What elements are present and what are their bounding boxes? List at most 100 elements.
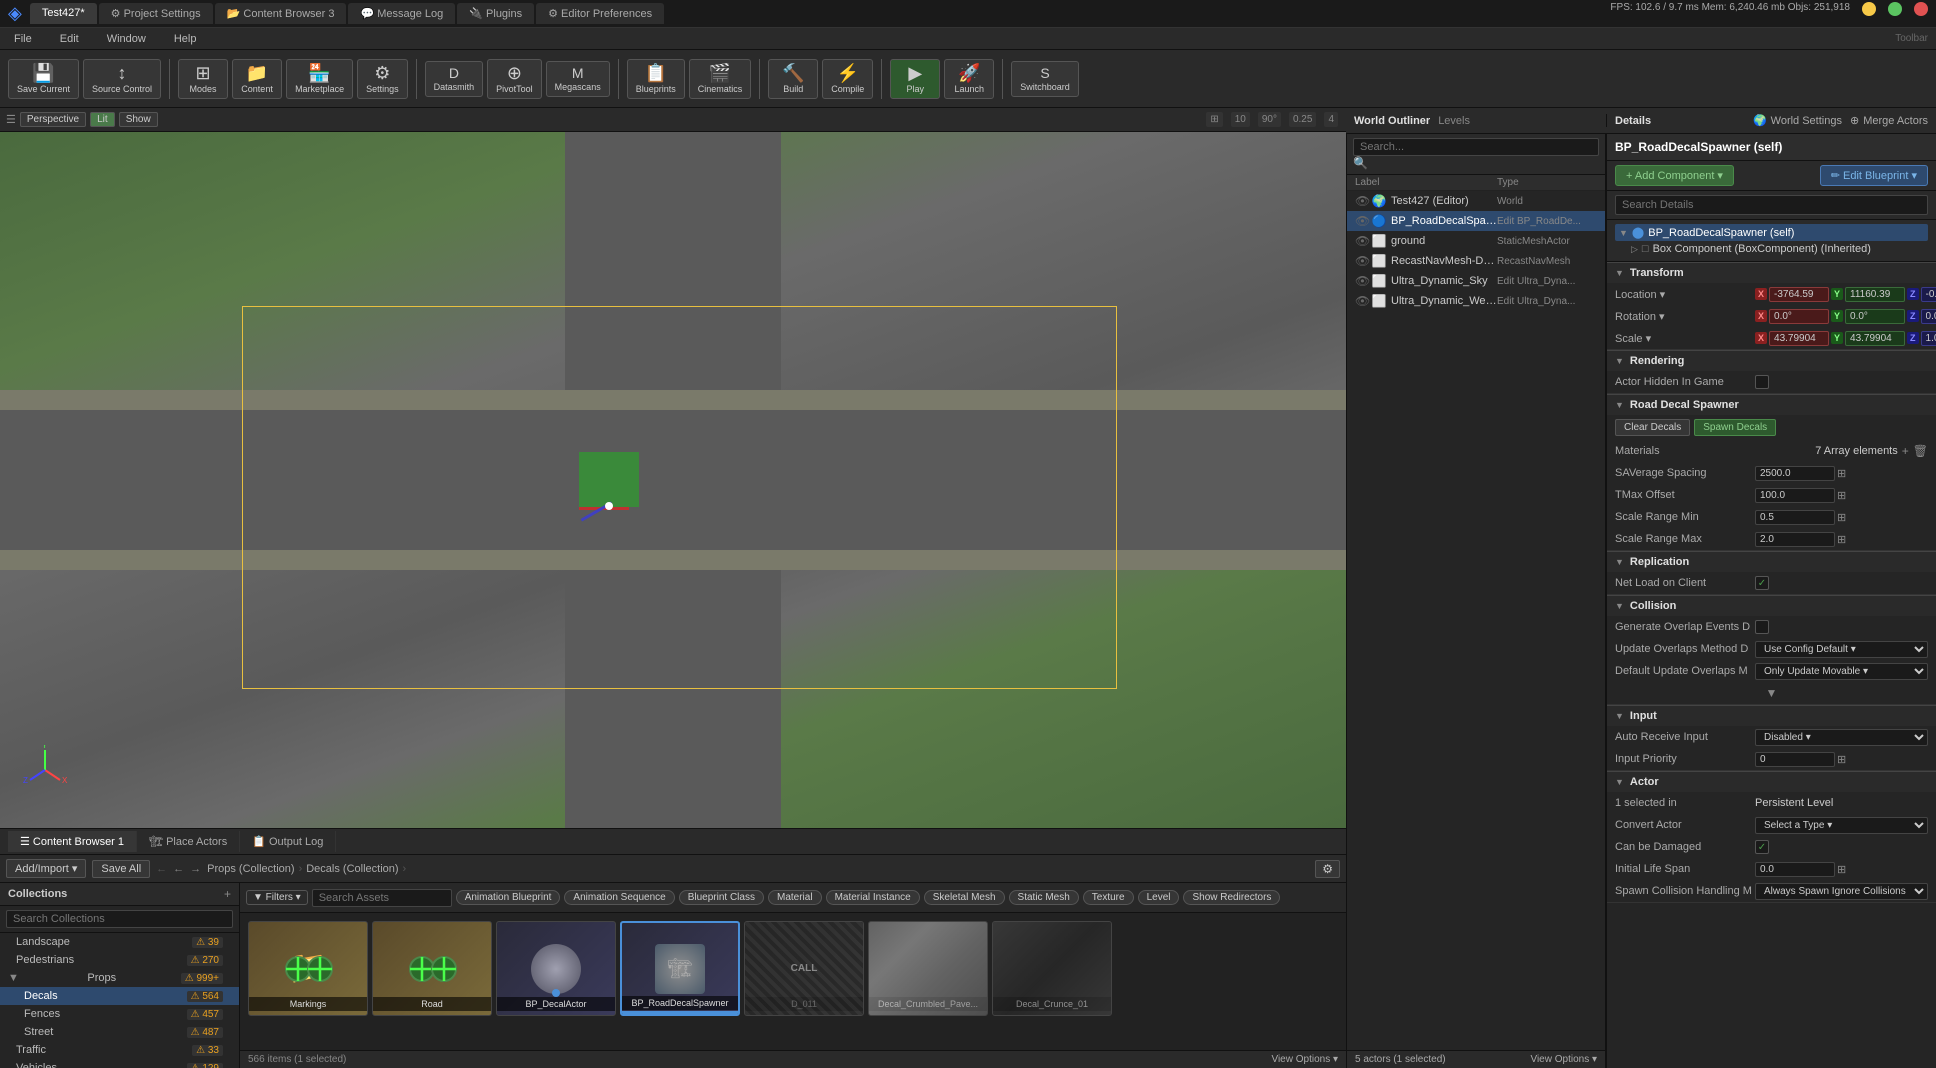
eye-icon-1[interactable]: 👁 xyxy=(1355,214,1371,228)
search-collections-input[interactable] xyxy=(6,910,233,928)
toolbar-pivottool[interactable]: ⊕ PivotTool xyxy=(487,59,542,99)
nav-back[interactable]: ← xyxy=(173,863,184,875)
loc-y-input[interactable] xyxy=(1845,287,1905,302)
tmax-arrow[interactable]: ⊞ xyxy=(1837,489,1846,502)
toolbar-build[interactable]: 🔨 Build xyxy=(768,59,818,99)
actor-hidden-checkbox[interactable] xyxy=(1755,375,1769,389)
eye-icon-0[interactable]: 👁 xyxy=(1355,194,1371,208)
toolbar-blueprints[interactable]: 📋 Blueprints xyxy=(627,59,685,99)
clear-decals-btn[interactable]: Clear Decals xyxy=(1615,419,1690,436)
view-options-outliner[interactable]: View Options ▾ xyxy=(1530,1054,1597,1065)
tab-project-settings[interactable]: ⚙ Project Settings xyxy=(99,3,213,24)
eye-icon-5[interactable]: 👁 xyxy=(1355,294,1371,308)
filter-animation-blueprint[interactable]: Animation Blueprint xyxy=(456,890,561,905)
tree-box-component[interactable]: ▷ □ Box Component (BoxComponent) (Inheri… xyxy=(1615,241,1928,257)
search-assets-input[interactable] xyxy=(312,889,452,907)
filter-material[interactable]: Material xyxy=(768,890,822,905)
close-btn[interactable] xyxy=(1914,2,1928,16)
section-transform-header[interactable]: ▼ Transform xyxy=(1607,262,1936,283)
out-item-ground[interactable]: 👁 ⬜ ground StaticMeshActor xyxy=(1347,231,1605,251)
section-road-decal-header[interactable]: ▼ Road Decal Spawner xyxy=(1607,394,1936,415)
toolbar-compile[interactable]: ⚡ Compile xyxy=(822,59,873,99)
asset-bp-roaddecalspawner[interactable]: 🏗 BP_RoadDecalSpawner xyxy=(620,921,740,1016)
asset-d011[interactable]: CALL D_011 xyxy=(744,921,864,1016)
collection-traffic[interactable]: Traffic ⚠ 33 xyxy=(0,1041,239,1059)
perspective-toggle[interactable]: Perspective xyxy=(20,112,86,127)
toolbar-source-control[interactable]: ↕ Source Control xyxy=(83,59,161,99)
scale-y-input[interactable] xyxy=(1845,331,1905,346)
outliner-search-icon[interactable]: 🔍 xyxy=(1353,156,1368,170)
net-load-checkbox[interactable] xyxy=(1755,576,1769,590)
tab-place-actors[interactable]: 🏗 Place Actors xyxy=(137,831,240,852)
collection-street[interactable]: Street ⚠ 487 xyxy=(0,1023,239,1041)
scale-min-arrow[interactable]: ⊞ xyxy=(1837,511,1846,524)
view-options-btn[interactable]: View Options ▾ xyxy=(1271,1054,1338,1065)
section-replication-header[interactable]: ▼ Replication xyxy=(1607,551,1936,572)
scale-max-arrow[interactable]: ⊞ xyxy=(1837,533,1846,546)
saverage-spacing-arrow[interactable]: ⊞ xyxy=(1837,467,1846,480)
asset-road-folder[interactable]: Road xyxy=(372,921,492,1016)
asset-decal-crunce[interactable]: Decal_Crunce_01 xyxy=(992,921,1112,1016)
convert-actor-select[interactable]: Select a Type ▾ xyxy=(1755,817,1928,834)
outliner-search-input[interactable] xyxy=(1353,138,1599,156)
tab-content-browser[interactable]: ☰ Content Browser 1 xyxy=(8,831,137,852)
maximize-btn[interactable] xyxy=(1888,2,1902,16)
eye-icon-2[interactable]: 👁 xyxy=(1355,234,1371,248)
add-collection-btn[interactable]: + xyxy=(224,887,231,901)
toolbar-content[interactable]: 📁 Content xyxy=(232,59,282,99)
section-input-header[interactable]: ▼ Input xyxy=(1607,705,1936,726)
auto-receive-select[interactable]: Disabled ▾ xyxy=(1755,729,1928,746)
toolbar-datasmith[interactable]: D Datasmith xyxy=(425,61,484,97)
toolbar-switchboard[interactable]: S Switchboard xyxy=(1011,61,1079,97)
tab-test427[interactable]: Test427* xyxy=(30,3,97,24)
gen-overlap-checkbox[interactable] xyxy=(1755,620,1769,634)
rot-y-input[interactable] xyxy=(1845,309,1905,324)
toolbar-marketplace[interactable]: 🏪 Marketplace xyxy=(286,59,353,99)
add-component-btn[interactable]: + Add Component ▾ xyxy=(1615,165,1734,186)
tab-content-browser3[interactable]: 📂 Content Browser 3 xyxy=(215,3,347,24)
spawn-decals-btn[interactable]: Spawn Decals xyxy=(1694,419,1776,436)
breadcrumb-props[interactable]: Props (Collection) xyxy=(207,863,294,875)
lifespan-arrow[interactable]: ⊞ xyxy=(1837,863,1846,876)
loc-z-input[interactable] xyxy=(1921,287,1936,302)
toolbar-megascans[interactable]: M Megascans xyxy=(546,61,610,97)
collection-decals[interactable]: Decals ⚠ 564 xyxy=(0,987,239,1005)
input-priority-arrow[interactable]: ⊞ xyxy=(1837,753,1846,766)
filters-btn[interactable]: ▼ Filters ▾ xyxy=(246,890,308,905)
add-import-btn[interactable]: Add/Import ▾ xyxy=(6,859,86,878)
tab-editor-prefs[interactable]: ⚙ Editor Preferences xyxy=(536,3,664,24)
lit-toggle[interactable]: Lit xyxy=(90,112,115,127)
can-be-damaged-checkbox[interactable] xyxy=(1755,840,1769,854)
filter-skeletal-mesh[interactable]: Skeletal Mesh xyxy=(924,890,1005,905)
collection-props[interactable]: ▼ Props ⚠ 999+ xyxy=(0,969,239,987)
breadcrumb-decals[interactable]: Decals (Collection) xyxy=(306,863,398,875)
scale-x-input[interactable] xyxy=(1769,331,1829,346)
levels-btn[interactable]: Levels xyxy=(1438,115,1470,127)
filter-material-instance[interactable]: Material Instance xyxy=(826,890,920,905)
toolbar-play[interactable]: ▶ Play xyxy=(890,59,940,99)
filter-show-redirectors[interactable]: Show Redirectors xyxy=(1183,890,1280,905)
search-components-input[interactable] xyxy=(1615,195,1928,215)
toolbar-cinematics[interactable]: 🎬 Cinematics xyxy=(689,59,752,99)
eye-icon-4[interactable]: 👁 xyxy=(1355,274,1371,288)
edit-blueprint-btn[interactable]: ✏ Edit Blueprint ▾ xyxy=(1820,165,1928,186)
asset-markings-folder[interactable]: 📁 Marki xyxy=(248,921,368,1016)
materials-add-btn[interactable]: + xyxy=(1902,444,1909,458)
section-actor-header[interactable]: ▼ Actor xyxy=(1607,771,1936,792)
tab-message-log[interactable]: 💬 Message Log xyxy=(348,3,455,24)
materials-delete-btn[interactable]: 🗑 xyxy=(1913,444,1928,458)
initial-lifespan-input[interactable] xyxy=(1755,862,1835,877)
out-item-ultra-weather[interactable]: 👁 ⬜ Ultra_Dynamic_Weather Edit Ultra_Dyn… xyxy=(1347,291,1605,311)
menu-edit[interactable]: Edit xyxy=(54,31,85,47)
collection-fences[interactable]: Fences ⚠ 457 xyxy=(0,1005,239,1023)
collection-vehicles[interactable]: Vehicles ⚠ 129 xyxy=(0,1059,239,1068)
toolbar-launch[interactable]: 🚀 Launch xyxy=(944,59,994,99)
merge-actors-btn[interactable]: ⊕ Merge Actors xyxy=(1850,114,1928,127)
filter-animation-sequence[interactable]: Animation Sequence xyxy=(564,890,674,905)
settings-cb-btn[interactable]: ⚙ xyxy=(1315,860,1340,878)
out-item-test427[interactable]: 👁 🌍 Test427 (Editor) World xyxy=(1347,191,1605,211)
toolbar-save-current[interactable]: 💾 Save Current xyxy=(8,59,79,99)
asset-bp-decalactor[interactable]: BP_DecalActor xyxy=(496,921,616,1016)
out-item-recast[interactable]: 👁 ⬜ RecastNavMesh-Default RecastNavMesh xyxy=(1347,251,1605,271)
collection-pedestrians[interactable]: Pedestrians ⚠ 270 xyxy=(0,951,239,969)
